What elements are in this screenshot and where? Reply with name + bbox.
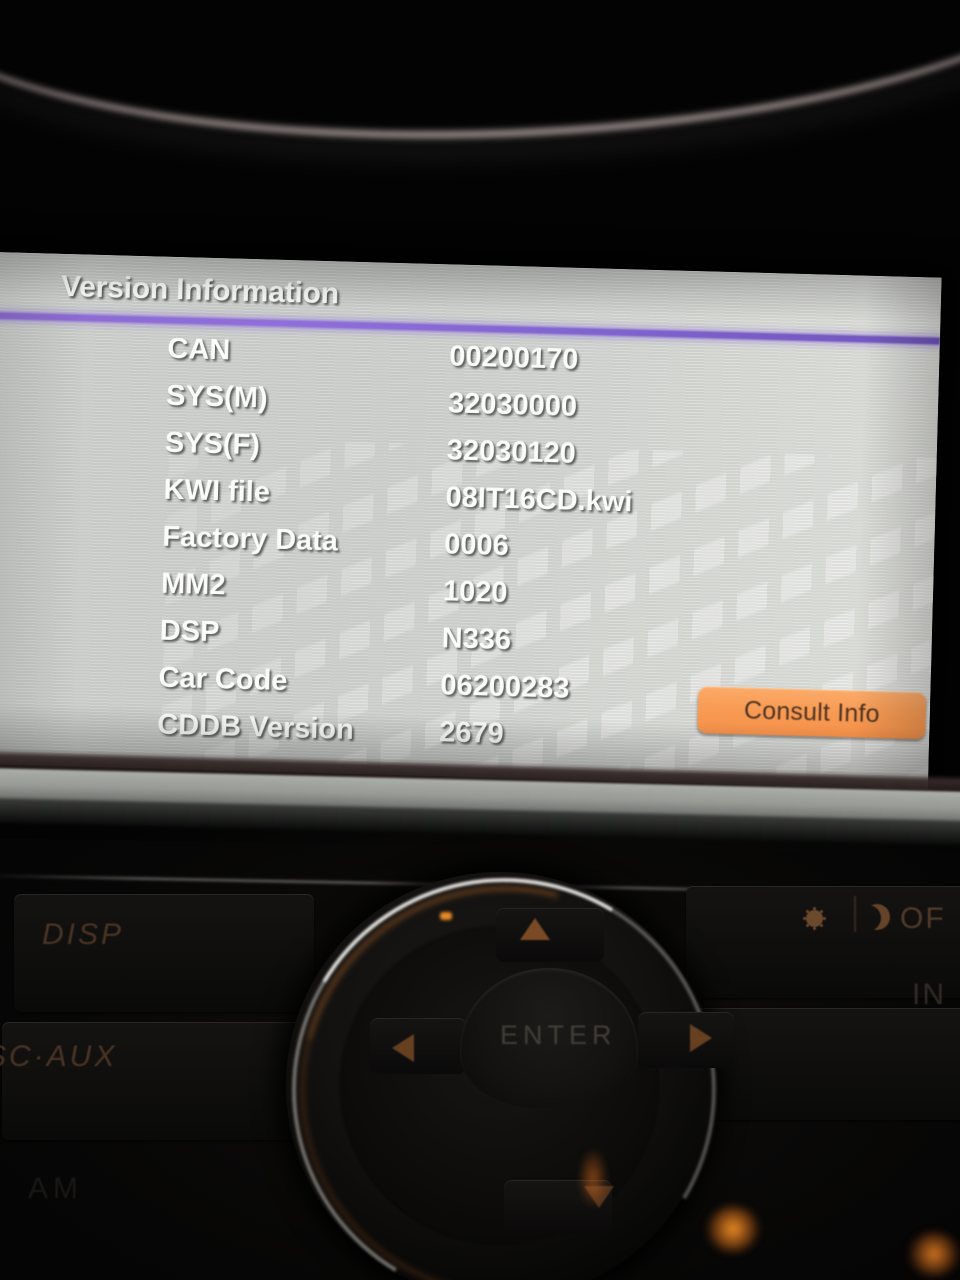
panel-glow-corner [908, 1232, 960, 1276]
disp-button-label: DISP [42, 918, 125, 951]
info-button-label: IN [912, 978, 946, 1011]
info-row-value: 08IT16CD.kwi [445, 481, 633, 519]
arrow-left-icon [392, 1034, 414, 1062]
info-row-value: N336 [441, 622, 512, 657]
info-row-value: 1020 [442, 575, 508, 610]
dpad-up-button[interactable] [496, 908, 604, 962]
info-row-value: 00200170 [448, 340, 579, 376]
info-row-value: 0006 [443, 528, 510, 563]
consult-info-button-label: Consult Info [743, 696, 881, 729]
info-row-label: Car Code [158, 661, 288, 698]
disc-aux-button-label: SC·AUX [0, 1040, 118, 1073]
info-row-label: DSP [159, 614, 220, 649]
info-row-label: CAN [167, 332, 231, 367]
info-row-label: SYS(F) [164, 426, 261, 462]
moon-icon [864, 904, 890, 930]
car-head-unit-photo: Version Information CAN 00200170 SYS(M) … [0, 0, 960, 1280]
knob-indicator-led [440, 912, 452, 920]
screen-surface: Version Information CAN 00200170 SYS(M) … [0, 252, 942, 790]
arrow-up-icon [520, 918, 550, 940]
info-row-value: 32030000 [447, 387, 578, 423]
consult-info-button[interactable]: Consult Info [697, 686, 927, 740]
am-band-label: AM [28, 1172, 83, 1205]
arrow-right-icon [690, 1024, 712, 1052]
info-row-value: 32030120 [446, 434, 577, 470]
panel-glow-right [706, 1206, 760, 1252]
info-row-label: CDDB Version [156, 708, 355, 746]
display-off-button-label: OF [900, 902, 946, 935]
info-row-value: 06200283 [440, 669, 570, 705]
enter-button-label: ENTER [500, 1020, 617, 1050]
dpad-right-button[interactable] [638, 1012, 734, 1068]
info-row-label: KWI file [163, 473, 271, 509]
info-row-label: Factory Data [161, 520, 339, 558]
info-row-label: MM2 [160, 567, 226, 602]
page-title: Version Information [60, 269, 340, 311]
disp-button[interactable] [14, 894, 314, 1012]
info-row-label: SYS(M) [165, 379, 269, 415]
icon-divider [854, 896, 856, 932]
head-unit-screen: Version Information CAN 00200170 SYS(M) … [0, 252, 942, 790]
info-row-value: 2679 [438, 716, 505, 750]
dpad-left-button[interactable] [370, 1018, 466, 1074]
panel-glow-center [578, 1148, 608, 1208]
sun-icon [806, 910, 823, 927]
